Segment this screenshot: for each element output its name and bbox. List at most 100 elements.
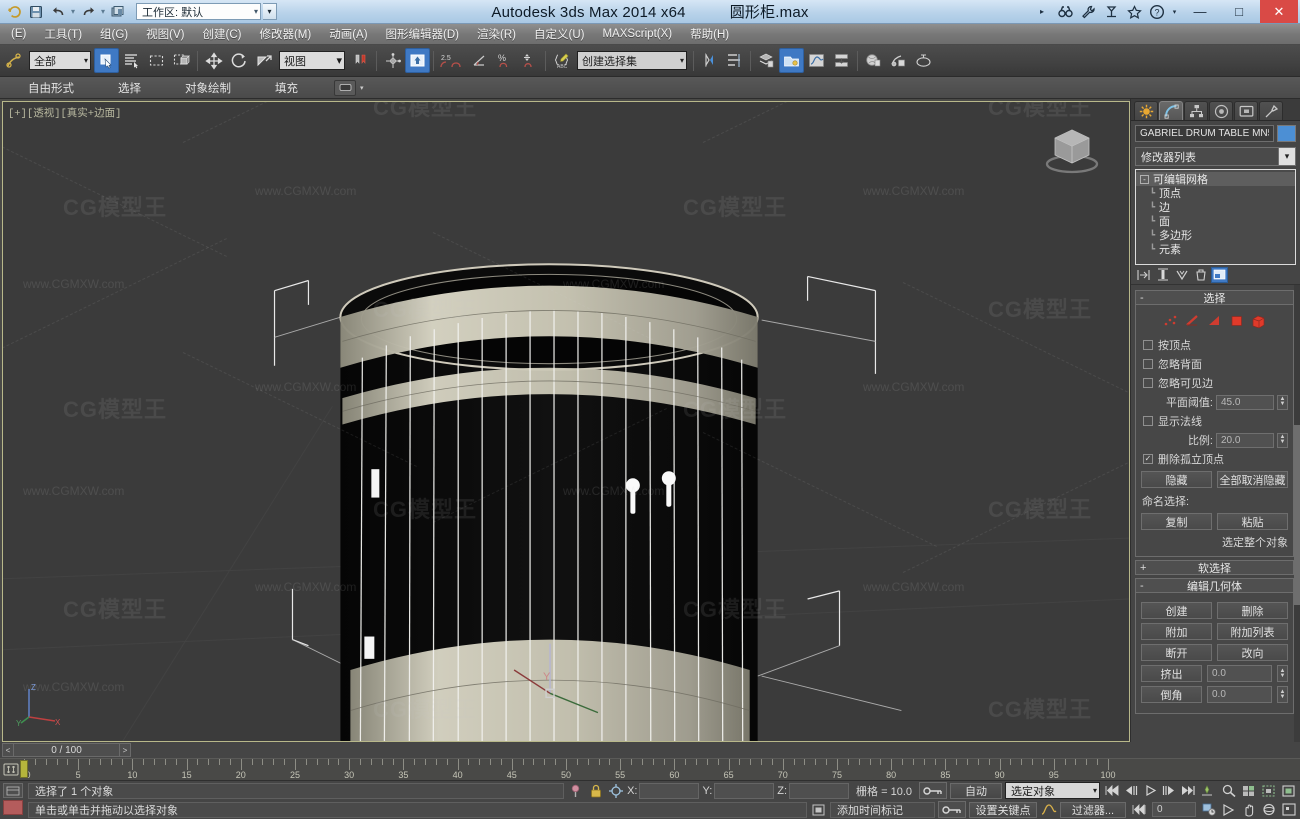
key-mode-toggle-icon[interactable] (1198, 783, 1216, 799)
expand-icon[interactable]: + (1140, 562, 1146, 574)
turn-button[interactable]: 改向 (1217, 644, 1288, 661)
key-filter-dropdown[interactable]: 选定对象 ▾ (1005, 782, 1100, 799)
tab-display[interactable] (1234, 101, 1258, 120)
collapse-icon[interactable]: - (1140, 292, 1144, 304)
coord-y-field[interactable] (714, 782, 775, 799)
goto-start-frame-icon[interactable] (1129, 802, 1149, 818)
project-folder-icon[interactable] (108, 2, 128, 22)
command-panel-scrollbar[interactable] (1294, 285, 1300, 742)
curve-icon[interactable] (1040, 802, 1057, 818)
ribbon-tab-selection[interactable]: 选择 (96, 77, 163, 98)
view-cube[interactable] (1041, 120, 1103, 176)
workspace-dropdown-button[interactable]: ▾ (263, 3, 278, 20)
orbit-icon[interactable] (1259, 802, 1278, 818)
edge-subobject-icon[interactable] (1185, 314, 1200, 328)
menu-tools[interactable]: 工具(T) (35, 24, 91, 44)
angle-snap-toggle-icon[interactable]: 2.5 (437, 48, 467, 73)
command-panel-rollouts[interactable]: - 选择 按顶点 忽略背面 忽略可见边 平面阈值: 45.0 ▲ ▼ 显示法线 … (1131, 285, 1300, 742)
object-color-swatch[interactable] (1277, 125, 1296, 142)
select-by-name-icon[interactable] (119, 48, 144, 73)
window-crossing-toggle-icon[interactable] (169, 48, 194, 73)
stack-item-editable-mesh[interactable]: - 可编辑网格 (1136, 172, 1295, 186)
menu-views[interactable]: 视图(V) (137, 24, 193, 44)
viewport-label[interactable]: [+][透视][真实+边面] (8, 105, 121, 120)
ribbon-minimize-button[interactable] (334, 79, 356, 96)
copy-button[interactable]: 复制 (1141, 513, 1212, 530)
minimize-button[interactable]: — (1181, 0, 1219, 23)
layer-manager-icon[interactable] (754, 48, 779, 73)
polygon-subobject-icon[interactable] (1229, 314, 1244, 328)
render-setup-icon[interactable] (886, 48, 911, 73)
snaps-toggle-icon[interactable] (405, 48, 430, 73)
stack-item-vertex[interactable]: ┗ 顶点 (1136, 186, 1295, 201)
select-and-rotate-icon[interactable] (226, 48, 251, 73)
menu-customize[interactable]: 自定义(U) (525, 24, 593, 44)
binoculars-icon[interactable] (1054, 1, 1076, 23)
select-and-move-icon[interactable] (201, 48, 226, 73)
next-frame-button[interactable]: > (119, 743, 131, 757)
tab-motion[interactable] (1209, 101, 1233, 120)
key-mode-icon-2[interactable] (938, 801, 966, 818)
element-subobject-icon[interactable] (1251, 314, 1266, 328)
percent-snap-toggle-icon[interactable]: % (492, 48, 517, 73)
set-key-button[interactable]: 设置关键点 (969, 801, 1037, 818)
maxscript-listener-red-icon[interactable] (3, 800, 23, 815)
bevel-button[interactable]: 倒角 (1141, 686, 1202, 703)
menu-rendering[interactable]: 渲染(R) (468, 24, 525, 44)
close-button[interactable]: ✕ (1260, 0, 1298, 23)
align-icon[interactable] (722, 48, 747, 73)
prev-frame-button[interactable]: < (2, 743, 14, 757)
schematic-view-icon[interactable] (829, 48, 854, 73)
menu-group[interactable]: 组(G) (91, 24, 137, 44)
redo-dropdown-icon[interactable]: ▾ (100, 7, 106, 16)
extrude-spinner[interactable]: ▲ ▼ (1277, 665, 1288, 682)
viewport-canvas[interactable]: Y (3, 102, 1129, 741)
make-unique-icon[interactable] (1173, 267, 1190, 283)
walk-through-icon[interactable] (1219, 802, 1238, 818)
key-toggle-icon[interactable] (0, 759, 22, 780)
zoom-extents-icon[interactable] (1259, 783, 1278, 799)
current-frame-input[interactable]: 0 (1152, 802, 1196, 817)
time-configuration-icon[interactable] (1199, 802, 1218, 818)
save-icon[interactable] (26, 2, 46, 22)
favorites-star-icon[interactable] (1123, 1, 1145, 23)
stack-item-element[interactable]: ┗ 元素 (1136, 242, 1295, 257)
scale-spinner[interactable]: ▲ ▼ (1277, 432, 1288, 448)
select-and-link-icon[interactable] (1, 48, 26, 73)
maxscript-mini-listener-icon[interactable] (3, 783, 23, 798)
rollout-soft-selection-header[interactable]: + 软选择 (1135, 560, 1294, 575)
modifier-stack[interactable]: - 可编辑网格 ┗ 顶点 ┗ 边 ┗ 面 ┗ 多边形 ┗ 元素 (1135, 169, 1296, 265)
absolute-relative-mode-icon[interactable] (607, 783, 624, 799)
planar-threshold-spinner[interactable]: ▲ ▼ (1277, 394, 1288, 410)
pan-icon[interactable] (1239, 802, 1258, 818)
help-dropdown-icon[interactable]: ▾ (1169, 1, 1180, 23)
workspace-selector[interactable]: 工作区: 默认 ▾ (136, 3, 262, 20)
rollout-selection-header[interactable]: - 选择 (1135, 290, 1294, 305)
vertex-subobject-icon[interactable] (1163, 314, 1178, 328)
menu-animation[interactable]: 动画(A) (320, 24, 376, 44)
curve-editor-icon[interactable] (804, 48, 829, 73)
tab-create[interactable] (1134, 101, 1158, 120)
attach-button[interactable]: 附加 (1141, 623, 1212, 640)
ribbon-tab-populate[interactable]: 填充 (253, 77, 320, 98)
zoom-all-icon[interactable] (1239, 783, 1258, 799)
paste-button[interactable]: 粘贴 (1217, 513, 1288, 530)
select-and-manipulate-icon[interactable] (380, 48, 405, 73)
use-pivot-point-center-icon[interactable] (348, 48, 373, 73)
remove-modifier-icon[interactable] (1192, 267, 1209, 283)
hide-button[interactable]: 隐藏 (1141, 471, 1212, 488)
planar-threshold-field[interactable]: 45.0 (1216, 394, 1274, 410)
select-object-button[interactable] (94, 48, 119, 73)
rollout-edit-geometry-header[interactable]: - 编辑几何体 (1135, 578, 1294, 593)
key-mode-icon[interactable] (919, 782, 947, 799)
scene-explorer-icon[interactable] (779, 48, 804, 73)
chevron-down-icon[interactable]: ▾ (1278, 148, 1295, 165)
menu-help[interactable]: 帮助(H) (681, 24, 738, 44)
angle-snap-secondary-icon[interactable] (467, 48, 492, 73)
delete-button[interactable]: 删除 (1217, 602, 1288, 619)
current-frame-display[interactable]: 0 / 100 (14, 743, 119, 757)
checkbox-box[interactable] (1143, 378, 1153, 388)
scrollbar-thumb[interactable] (1294, 425, 1300, 605)
create-button[interactable]: 创建 (1141, 602, 1212, 619)
attach-list-button[interactable]: 附加列表 (1217, 623, 1288, 640)
